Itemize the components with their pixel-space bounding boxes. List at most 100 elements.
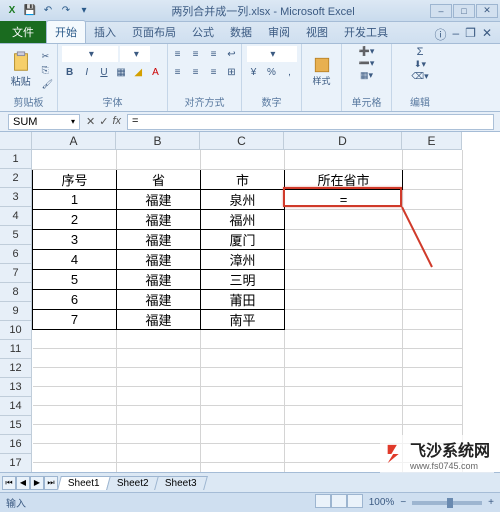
format-cells-icon[interactable]: ▦▾ — [360, 70, 373, 81]
currency-icon[interactable]: ¥ — [246, 64, 262, 80]
column-header[interactable]: B — [116, 132, 200, 150]
fill-color-button[interactable]: ◢ — [131, 64, 146, 80]
sheet-tab[interactable]: Sheet3 — [155, 476, 208, 490]
zoom-level[interactable]: 100% — [369, 497, 395, 508]
cell[interactable] — [403, 169, 463, 189]
cell[interactable]: 省 — [117, 169, 201, 189]
row-header[interactable]: 13 — [0, 378, 32, 397]
cell[interactable]: 6 — [33, 289, 117, 309]
enter-formula-icon[interactable]: ✓ — [99, 115, 108, 128]
cell[interactable] — [33, 367, 117, 386]
cell[interactable] — [33, 329, 117, 348]
cell[interactable] — [403, 405, 463, 424]
sheet-nav-next-icon[interactable]: ▶ — [30, 476, 44, 490]
cell[interactable] — [285, 249, 403, 269]
cell[interactable] — [33, 462, 117, 472]
row-header[interactable]: 16 — [0, 435, 32, 454]
cell[interactable]: 漳州 — [201, 249, 285, 269]
cell[interactable] — [403, 367, 463, 386]
cell[interactable]: 南平 — [201, 309, 285, 329]
cell[interactable] — [117, 348, 201, 367]
cell[interactable] — [201, 405, 285, 424]
cell[interactable]: 福建 — [117, 309, 201, 329]
cell[interactable] — [403, 209, 463, 229]
font-size-select[interactable]: ▾ — [120, 46, 150, 62]
tab-developer[interactable]: 开发工具 — [336, 21, 396, 43]
tab-data[interactable]: 数据 — [222, 21, 260, 43]
format-painter-icon[interactable]: 🖌 — [42, 78, 53, 90]
cell[interactable]: 市 — [201, 169, 285, 189]
clear-icon[interactable]: ⌫▾ — [411, 71, 428, 82]
formula-input[interactable]: = — [127, 114, 494, 130]
percent-icon[interactable]: % — [264, 64, 280, 80]
cell[interactable]: 厦门 — [201, 229, 285, 249]
cell[interactable] — [403, 348, 463, 367]
cut-icon[interactable]: ✂ — [42, 50, 53, 62]
tab-formulas[interactable]: 公式 — [184, 21, 222, 43]
name-box[interactable]: SUM▾ — [8, 114, 80, 130]
cell[interactable] — [117, 367, 201, 386]
italic-button[interactable]: I — [79, 64, 94, 80]
row-header[interactable]: 14 — [0, 397, 32, 416]
cell[interactable]: 三明 — [201, 269, 285, 289]
undo-icon[interactable]: ↶ — [40, 3, 56, 19]
autosum-icon[interactable]: Σ — [417, 46, 424, 58]
cell[interactable]: 3 — [33, 229, 117, 249]
row-header[interactable]: 8 — [0, 283, 32, 302]
cell[interactable] — [201, 329, 285, 348]
cell[interactable]: 福建 — [117, 209, 201, 229]
row-header[interactable]: 17 — [0, 454, 32, 472]
redo-icon[interactable]: ↷ — [58, 3, 74, 19]
cell[interactable]: 2 — [33, 209, 117, 229]
cell[interactable] — [201, 367, 285, 386]
cell[interactable] — [33, 386, 117, 405]
cell[interactable] — [33, 348, 117, 367]
font-color-button[interactable]: A — [148, 64, 163, 80]
select-all-button[interactable] — [0, 132, 32, 150]
sheet-tab[interactable]: Sheet1 — [57, 476, 110, 490]
row-header[interactable]: 2 — [0, 169, 32, 188]
cell[interactable]: 序号 — [33, 169, 117, 189]
cell[interactable] — [117, 405, 201, 424]
zoom-slider[interactable] — [412, 501, 482, 505]
close-button[interactable]: ✕ — [476, 4, 498, 18]
column-header[interactable]: E — [402, 132, 462, 150]
cell[interactable] — [285, 269, 403, 289]
row-header[interactable]: 6 — [0, 245, 32, 264]
row-header[interactable]: 4 — [0, 207, 32, 226]
cell[interactable] — [285, 209, 403, 229]
align-middle-icon[interactable]: ≡ — [188, 46, 204, 62]
cell[interactable]: 7 — [33, 309, 117, 329]
paste-button[interactable]: 粘贴 — [4, 51, 38, 88]
cell[interactable] — [117, 150, 201, 169]
font-family-select[interactable]: ▾ — [62, 46, 118, 62]
cell[interactable] — [403, 189, 463, 209]
cell[interactable]: 泉州 — [201, 189, 285, 209]
align-left-icon[interactable]: ≡ — [170, 64, 186, 80]
zoom-in-button[interactable]: + — [488, 497, 494, 508]
merge-icon[interactable]: ⊞ — [224, 64, 240, 80]
row-header[interactable]: 11 — [0, 340, 32, 359]
maximize-button[interactable]: □ — [453, 4, 475, 18]
sheet-nav-last-icon[interactable]: ⏭ — [44, 476, 58, 490]
cell[interactable] — [117, 329, 201, 348]
cell[interactable] — [33, 443, 117, 462]
tab-insert[interactable]: 插入 — [86, 21, 124, 43]
number-format-select[interactable]: ▾ — [247, 46, 297, 62]
sheet-tab[interactable]: Sheet2 — [106, 476, 159, 490]
row-header[interactable]: 12 — [0, 359, 32, 378]
cell[interactable] — [285, 348, 403, 367]
align-center-icon[interactable]: ≡ — [188, 64, 204, 80]
copy-icon[interactable]: ⎘ — [42, 64, 53, 76]
cell[interactable]: 莆田 — [201, 289, 285, 309]
cell[interactable] — [201, 462, 285, 472]
cell[interactable]: 5 — [33, 269, 117, 289]
doc-minimize-button[interactable]: – — [452, 26, 459, 43]
column-header[interactable]: D — [284, 132, 402, 150]
cell[interactable] — [201, 150, 285, 169]
tab-page-layout[interactable]: 页面布局 — [124, 21, 184, 43]
cell[interactable]: 福建 — [117, 229, 201, 249]
view-buttons[interactable] — [315, 494, 363, 511]
cell[interactable] — [117, 386, 201, 405]
cell[interactable] — [201, 348, 285, 367]
